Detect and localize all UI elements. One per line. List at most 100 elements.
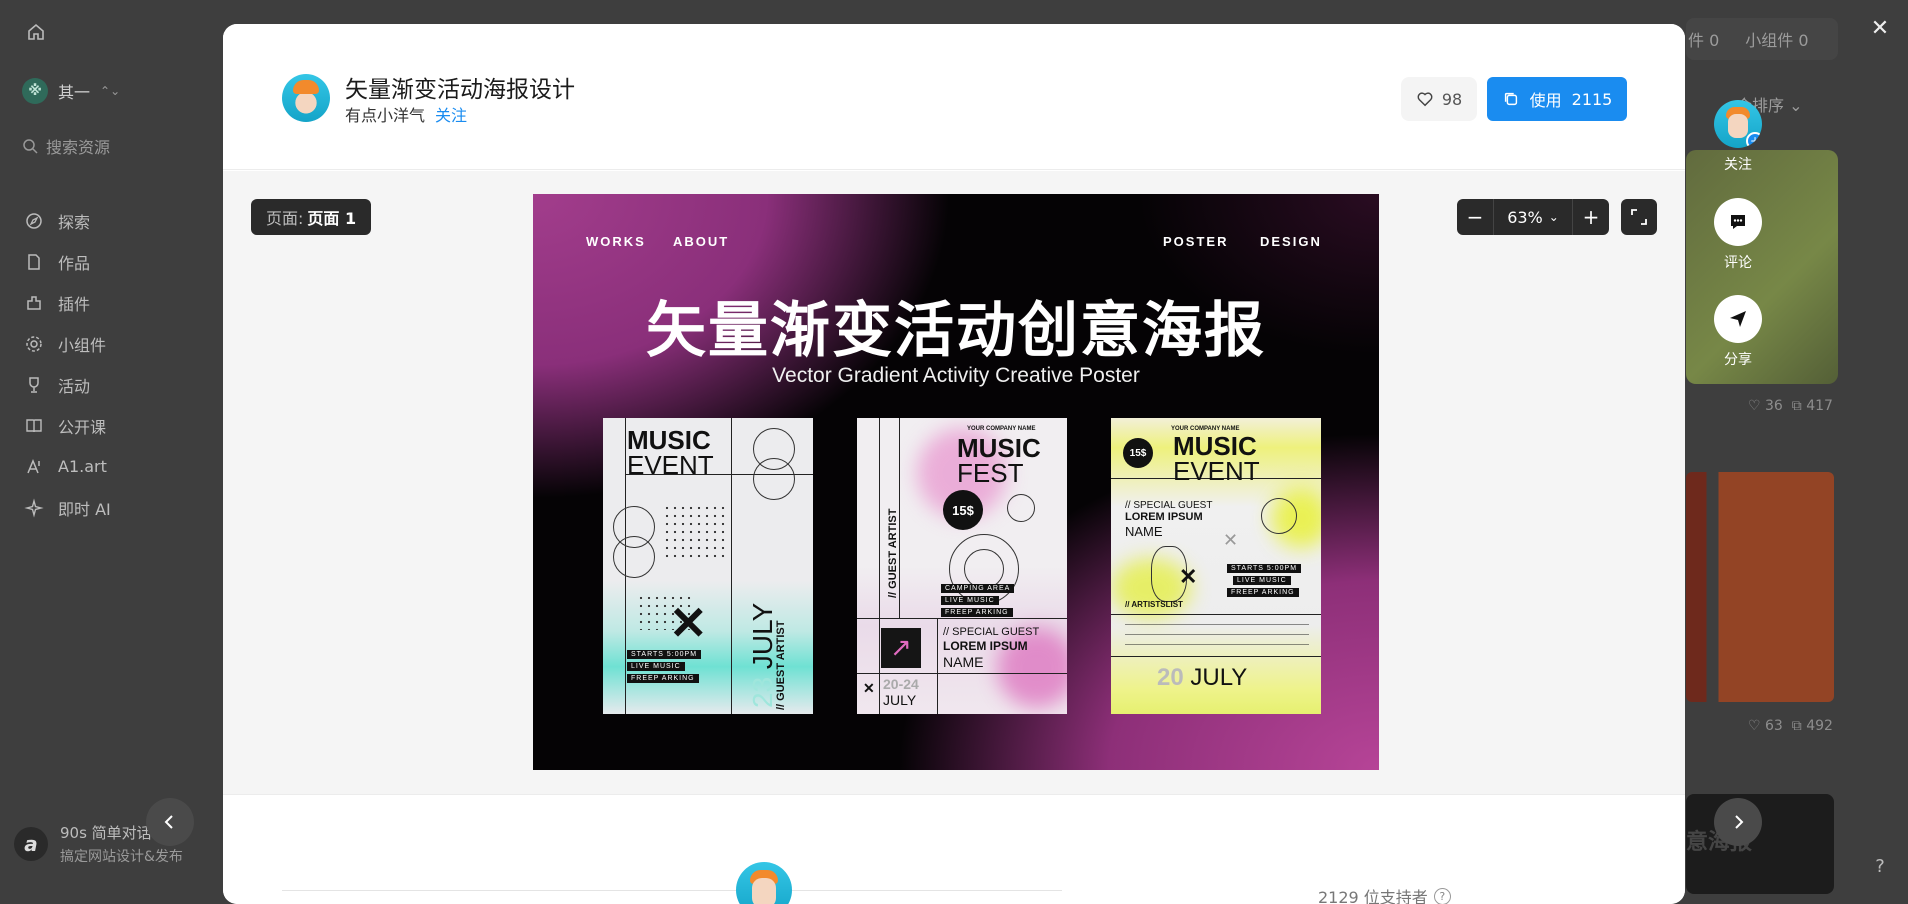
fullscreen-icon bbox=[1630, 208, 1648, 226]
sidebar-item-label: 小组件 bbox=[58, 332, 106, 356]
copy-icon bbox=[1502, 90, 1520, 108]
use-label: 使用 bbox=[1530, 87, 1562, 111]
poster-card-music-event-1: MUSICEVENT ✕ STARTS 5:00PM LIVE MUSIC FR… bbox=[603, 418, 813, 714]
page-selector[interactable]: 页面: 页面 1 bbox=[251, 199, 371, 235]
poster-nav-about: ABOUT bbox=[673, 234, 729, 249]
use-count: 2115 bbox=[1572, 90, 1613, 109]
poster-subtitle: Vector Gradient Activity Creative Poster bbox=[533, 364, 1379, 388]
author-row: 有点小洋气 关注 bbox=[345, 102, 467, 126]
share-button[interactable] bbox=[1714, 295, 1762, 343]
x-mark-icon: ✕ bbox=[863, 680, 875, 697]
sidebar-item-label: 插件 bbox=[58, 291, 90, 315]
poster-nav-poster: POSTER bbox=[1163, 234, 1228, 249]
fullscreen-button[interactable] bbox=[1621, 199, 1657, 235]
plugin-icon bbox=[24, 293, 44, 313]
sidebar-item-label: 公开课 bbox=[58, 414, 106, 438]
sidebar-item-plugins[interactable]: 插件 bbox=[24, 282, 111, 323]
background-tabs: 件 0 小组件 0 bbox=[1686, 18, 1838, 60]
gear-icon bbox=[24, 334, 44, 354]
team-logo-icon: ※ bbox=[22, 78, 48, 104]
sidebar-item-label: 作品 bbox=[58, 250, 90, 274]
sidebar-item-label: 探索 bbox=[58, 209, 90, 233]
question-icon: ? bbox=[1875, 856, 1885, 877]
x-mark-icon: ✕ bbox=[669, 596, 708, 650]
poster-card-music-event-2: YOUR COMPANY NAME 15$ MUSICEVENT // SPEC… bbox=[1111, 418, 1321, 714]
home-icon[interactable] bbox=[26, 22, 46, 42]
follow-link[interactable]: 关注 bbox=[435, 102, 467, 126]
card-stats: ♡ 63 ⧉ 492 bbox=[1748, 718, 1833, 734]
divider bbox=[282, 890, 1062, 891]
template-preview-modal: 矢量渐变活动海报设计 有点小洋气 关注 98 使用 2115 页面: 页面 1 … bbox=[223, 24, 1685, 904]
tab-plugins[interactable]: 件 0 bbox=[1688, 27, 1719, 51]
sidebar-nav: 探索 作品 插件 小组件 活动 公开课 A1.art 即时 AI bbox=[24, 200, 111, 528]
background-card[interactable] bbox=[1686, 472, 1834, 702]
avatar[interactable] bbox=[282, 74, 330, 122]
card-heading: MUSICEVENT bbox=[1173, 434, 1260, 483]
x-mark-icon: ✕ bbox=[1223, 530, 1238, 551]
chevron-down-icon: ⌄ bbox=[1549, 210, 1559, 224]
comment-icon bbox=[1727, 211, 1749, 233]
question-icon[interactable]: ? bbox=[1434, 888, 1451, 904]
x-mark-icon: ✕ bbox=[1179, 564, 1197, 590]
background-card[interactable] bbox=[1686, 150, 1838, 384]
sidebar-item-events[interactable]: 活动 bbox=[24, 364, 111, 405]
sidebar-item-a1art[interactable]: A1.art bbox=[24, 446, 111, 487]
price-badge: 15$ bbox=[943, 490, 983, 530]
card-heading: MUSICFEST bbox=[957, 436, 1041, 485]
author-name[interactable]: 有点小洋气 bbox=[345, 102, 425, 126]
previous-button[interactable] bbox=[146, 798, 194, 846]
sidebar-item-label: 活动 bbox=[58, 373, 90, 397]
compass-icon bbox=[24, 211, 44, 231]
sidebar-item-courses[interactable]: 公开课 bbox=[24, 405, 111, 446]
modal-details-section: 2129 位支持者 ? bbox=[223, 796, 1685, 904]
sidebar-item-works[interactable]: 作品 bbox=[24, 241, 111, 282]
preview-canvas[interactable]: 页面: 页面 1 − 63% ⌄ + WORKS ABOUT POSTER DE… bbox=[223, 171, 1685, 795]
chevron-updown-icon: ⌃⌄ bbox=[100, 84, 120, 98]
use-template-button[interactable]: 使用 2115 bbox=[1487, 77, 1627, 121]
zoom-in-button[interactable]: + bbox=[1573, 199, 1609, 235]
side-follow-action[interactable]: + 关注 bbox=[1714, 100, 1762, 174]
heart-icon bbox=[1416, 90, 1434, 108]
page-name: 页面 1 bbox=[307, 205, 356, 229]
team-switcher[interactable]: ※ 其一 ⌃⌄ bbox=[22, 78, 120, 104]
zoom-value: 63% bbox=[1507, 208, 1543, 227]
sidebar-item-label: A1.art bbox=[58, 457, 107, 476]
modal-header: 矢量渐变活动海报设计 有点小洋气 关注 98 使用 2115 bbox=[223, 24, 1685, 170]
zoom-level-dropdown[interactable]: 63% ⌄ bbox=[1493, 199, 1573, 235]
tab-widgets[interactable]: 小组件 0 bbox=[1745, 27, 1808, 51]
sidebar-item-label: 即时 AI bbox=[58, 496, 111, 520]
promo-subtitle: 搞定网站设计&发布 bbox=[60, 846, 183, 866]
poster-nav-design: DESIGN bbox=[1260, 234, 1322, 249]
zoom-control: − 63% ⌄ + bbox=[1457, 199, 1609, 235]
sidebar-item-explore[interactable]: 探索 bbox=[24, 200, 111, 241]
chevron-left-icon bbox=[161, 813, 179, 831]
search-placeholder: 搜索资源 bbox=[46, 134, 110, 158]
poster-card-music-fest: YOUR COMPANY NAME MUSICFEST 15$ CAMPING … bbox=[857, 418, 1067, 714]
background-card[interactable]: 意海报 bbox=[1686, 794, 1834, 894]
search-box[interactable]: 搜索资源 bbox=[22, 134, 110, 158]
side-comment-action[interactable]: 评论 bbox=[1714, 198, 1762, 272]
file-icon bbox=[24, 252, 44, 272]
arrow-up-right-icon: ↗ bbox=[881, 628, 921, 668]
like-count: 98 bbox=[1442, 90, 1462, 109]
side-comment-label: 评论 bbox=[1724, 252, 1752, 272]
page-label: 页面: bbox=[266, 205, 303, 229]
poster-title: 矢量渐变活动创意海报 bbox=[533, 282, 1379, 369]
send-icon bbox=[1727, 308, 1749, 330]
sidebar-item-instant-ai[interactable]: 即时 AI bbox=[24, 487, 111, 528]
help-button[interactable]: ? bbox=[1866, 852, 1894, 880]
supporters-count: 2129 位支持者 ? bbox=[1318, 884, 1451, 904]
zoom-out-button[interactable]: − bbox=[1457, 199, 1493, 235]
side-share-label: 分享 bbox=[1724, 349, 1752, 369]
comment-button[interactable] bbox=[1714, 198, 1762, 246]
side-share-action[interactable]: 分享 bbox=[1714, 295, 1762, 369]
background-sidebar: ※ 其一 ⌃⌄ 搜索资源 探索 作品 插件 小组件 活动 公开课 bbox=[0, 0, 222, 894]
like-button[interactable]: 98 bbox=[1401, 77, 1477, 121]
avatar[interactable]: + bbox=[1714, 100, 1762, 148]
next-button[interactable] bbox=[1714, 798, 1762, 846]
sidebar-item-widgets[interactable]: 小组件 bbox=[24, 323, 111, 364]
close-icon: ✕ bbox=[1871, 16, 1889, 41]
close-modal-button[interactable]: ✕ bbox=[1866, 14, 1894, 42]
price-badge: 15$ bbox=[1123, 438, 1153, 468]
team-name: 其一 bbox=[58, 79, 90, 103]
